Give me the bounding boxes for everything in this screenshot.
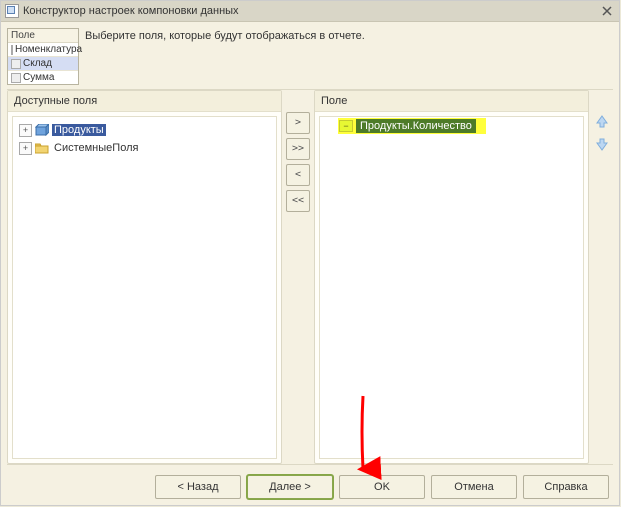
ok-button[interactable]: OK [339, 475, 425, 499]
back-button-label: < Назад [178, 481, 219, 493]
close-button[interactable] [599, 3, 615, 19]
field-grid-row[interactable]: Склад [8, 57, 78, 71]
app-icon [5, 4, 19, 18]
field-grid-row[interactable]: Сумма [8, 71, 78, 84]
field-type-icon: − [339, 120, 353, 132]
instruction-text: Выберите поля, которые будут отображатьс… [85, 28, 365, 42]
move-down-button[interactable] [593, 136, 611, 154]
row-icon [11, 45, 13, 55]
tree-node[interactable]: + СистемныеПоля [15, 139, 274, 157]
remove-all-button[interactable]: << [286, 190, 310, 212]
help-button-label: Справка [544, 481, 587, 493]
add-all-button-label: >> [292, 144, 304, 154]
remove-all-button-label: << [292, 196, 304, 206]
titlebar: Конструктор настроек компоновки данных [1, 1, 619, 22]
arrow-down-icon [594, 137, 610, 153]
row-label: Сумма [23, 72, 54, 83]
available-fields-header: Доступные поля [8, 91, 281, 112]
remove-button-label: < [295, 170, 301, 180]
dialog-window: Конструктор настроек компоновки данных П… [0, 0, 620, 506]
top-row: Поле Номенклатура Склад Сумма Выберите п… [1, 22, 619, 89]
ok-button-label: OK [374, 481, 390, 493]
arrow-up-icon [594, 113, 610, 129]
row-label: Склад [23, 58, 52, 69]
selected-fields-list[interactable]: − Продукты.Количество [319, 116, 584, 459]
tree-node-label: Продукты [52, 124, 106, 136]
close-icon [602, 6, 612, 16]
expand-icon[interactable]: + [19, 142, 32, 155]
field-grid-header: Поле [8, 29, 78, 43]
reorder-buttons [591, 90, 613, 464]
body: Доступные поля + Продукты + СистемныеПол… [1, 90, 619, 464]
move-up-button[interactable] [593, 112, 611, 130]
tree-node[interactable]: + Продукты [15, 121, 274, 139]
field-grid[interactable]: Поле Номенклатура Склад Сумма [7, 28, 79, 85]
field-grid-row[interactable]: Номенклатура [8, 43, 78, 57]
cancel-button-label: Отмена [454, 481, 493, 493]
selected-fields-panel: Поле − Продукты.Количество [314, 90, 589, 464]
help-button[interactable]: Справка [523, 475, 609, 499]
selected-fields-header: Поле [315, 91, 588, 112]
next-button[interactable]: Далее > [247, 475, 333, 499]
selected-field-label: Продукты.Количество [356, 119, 476, 133]
next-button-label: Далее > [269, 481, 311, 493]
row-icon [11, 73, 21, 83]
transfer-buttons: > >> < << [284, 90, 312, 464]
back-button[interactable]: < Назад [155, 475, 241, 499]
available-fields-tree[interactable]: + Продукты + СистемныеПоля [12, 116, 277, 459]
cube-icon [35, 124, 49, 136]
available-fields-panel: Доступные поля + Продукты + СистемныеПол… [7, 90, 282, 464]
row-label: Номенклатура [15, 44, 82, 55]
remove-button[interactable]: < [286, 164, 310, 186]
tree-node-label: СистемныеПоля [52, 142, 140, 154]
footer: < Назад Далее > OK Отмена Справка [1, 465, 619, 506]
add-button-label: > [295, 118, 301, 128]
row-icon [11, 59, 21, 69]
expand-icon[interactable]: + [19, 124, 32, 137]
folder-icon [35, 142, 49, 154]
cancel-button[interactable]: Отмена [431, 475, 517, 499]
window-title: Конструктор настроек компоновки данных [23, 5, 599, 17]
selected-field-row[interactable]: − Продукты.Количество [320, 117, 583, 135]
add-button[interactable]: > [286, 112, 310, 134]
add-all-button[interactable]: >> [286, 138, 310, 160]
